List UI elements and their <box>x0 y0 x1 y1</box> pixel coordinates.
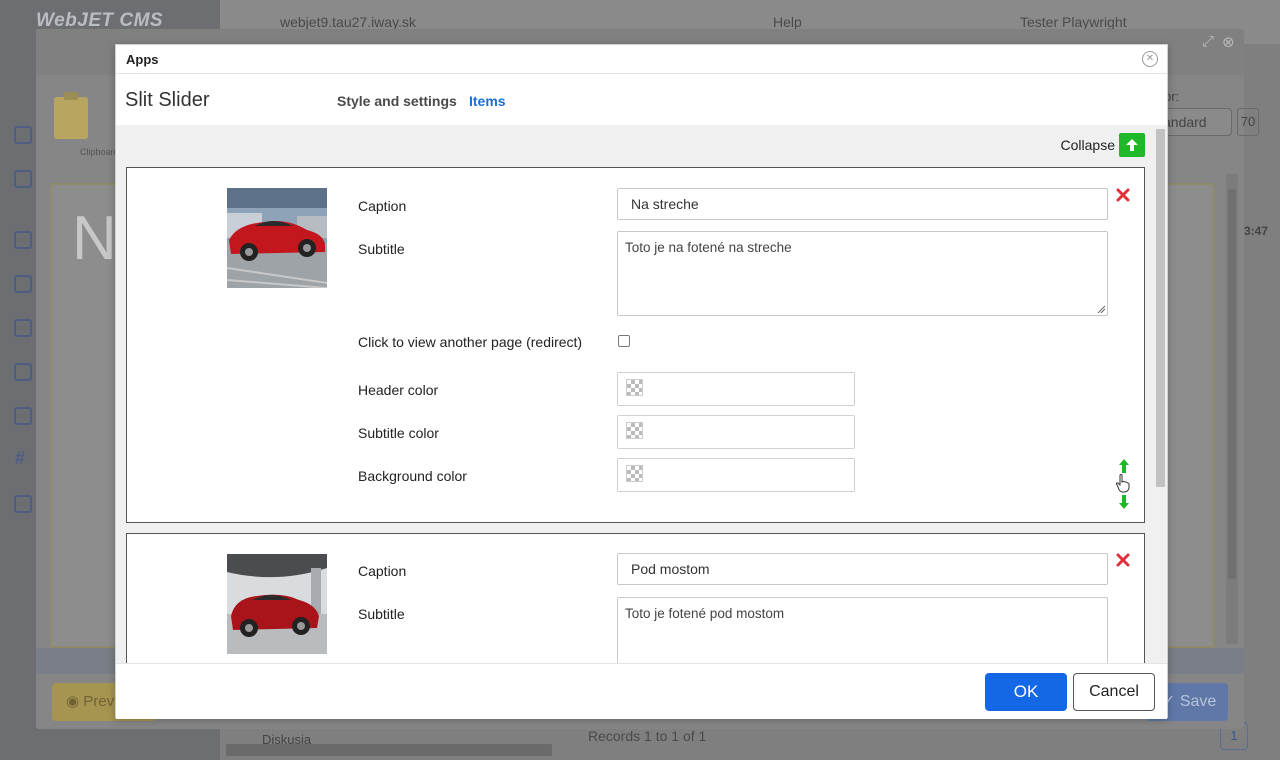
image-icon[interactable] <box>14 170 32 188</box>
tab-items[interactable]: Items <box>469 93 506 109</box>
transparent-swatch-icon <box>626 422 643 439</box>
editor-time: 3:47 <box>1244 224 1269 238</box>
move-up-icon[interactable] <box>1117 458 1131 474</box>
tab-style-and-settings[interactable]: Style and settings <box>337 93 457 109</box>
layers-icon[interactable] <box>14 407 32 425</box>
editor-number-field[interactable]: 70 <box>1237 108 1259 136</box>
apps-dialog: Apps ✕ Slit Slider Style and settings It… <box>115 44 1168 719</box>
redirect-label: Click to view another page (redirect) <box>358 334 583 350</box>
preview-label: Prev <box>83 693 115 710</box>
caption-input[interactable]: Na streche <box>617 188 1108 220</box>
ok-button[interactable]: OK <box>985 673 1067 711</box>
clipboard-icon[interactable] <box>54 92 88 139</box>
document-icon[interactable] <box>14 319 32 337</box>
domain-selector[interactable]: webjet9.tau27.iway.sk <box>280 14 416 30</box>
editor-template-select[interactable]: andard <box>1160 108 1232 136</box>
subtitle-label: Subtitle <box>358 606 405 622</box>
caption-label: Caption <box>358 198 407 214</box>
canvas-heading: N <box>72 204 117 273</box>
subtitle-label: Subtitle <box>358 241 405 257</box>
slider-item: Caption Pod mostom Subtitle Toto je fote… <box>126 533 1145 663</box>
home-icon[interactable] <box>14 126 32 144</box>
move-down-icon[interactable] <box>1117 494 1131 510</box>
background-color-label: Background color <box>358 468 467 484</box>
subtitle-text: Toto je fotené pod mostom <box>625 606 785 621</box>
delete-item-icon[interactable] <box>1115 552 1131 568</box>
transparent-swatch-icon <box>626 465 643 482</box>
user-menu[interactable]: Tester Playwright <box>1020 14 1127 30</box>
items-panel: Collapse Caption Na streche Subtitle Tot… <box>116 125 1167 663</box>
item-image[interactable] <box>227 554 327 654</box>
collapse-label: Collapse <box>1060 137 1115 153</box>
resize-grip-icon[interactable] <box>1097 305 1105 313</box>
header-color-label: Header color <box>358 382 439 398</box>
cancel-button[interactable]: Cancel <box>1073 673 1155 711</box>
pages-icon[interactable] <box>14 231 32 249</box>
database-icon[interactable] <box>14 495 32 513</box>
dialog-scrollbar-thumb[interactable] <box>1156 129 1165 487</box>
car-bridge-image <box>227 554 327 654</box>
subtitle-color-label: Subtitle color <box>358 425 439 441</box>
clipboard-label: Clipboard <box>80 147 119 157</box>
delete-item-icon[interactable] <box>1115 187 1131 203</box>
dialog-title-bar: Apps ✕ <box>116 45 1167 74</box>
header-color-picker[interactable] <box>617 372 855 406</box>
records-info: Records 1 to 1 of 1 <box>588 728 707 744</box>
hand-cursor-icon <box>1115 474 1130 493</box>
maximize-icon[interactable]: ⤢ <box>1202 33 1214 50</box>
editor-scrollbar-thumb[interactable] <box>1228 189 1236 579</box>
item-image[interactable] <box>227 188 327 288</box>
save-label: Save <box>1179 693 1217 710</box>
caption-label: Caption <box>358 563 407 579</box>
collapse-button[interactable] <box>1119 133 1145 157</box>
external-link-icon[interactable] <box>14 363 32 381</box>
caption-input[interactable]: Pod mostom <box>617 553 1108 585</box>
car-rooftop-image <box>227 188 327 288</box>
transparent-swatch-icon <box>626 379 643 396</box>
editor-close-icon[interactable]: ⊗ <box>1222 33 1235 51</box>
dialog-title: Apps <box>126 52 159 67</box>
app-name: Slit Slider <box>125 89 210 111</box>
dialog-footer: OK Cancel <box>116 663 1167 719</box>
eye-icon: ◉ <box>66 693 84 710</box>
subtitle-textarea[interactable]: Toto je na fotené na streche <box>617 231 1108 316</box>
background-color-picker[interactable] <box>617 458 855 492</box>
subtitle-color-picker[interactable] <box>617 415 855 449</box>
tree-scrollbar[interactable] <box>226 744 552 756</box>
subtitle-text: Toto je na fotené na streche <box>625 240 792 255</box>
redirect-checkbox[interactable] <box>618 335 630 347</box>
dialog-close-icon[interactable]: ✕ <box>1142 51 1158 67</box>
subtitle-textarea[interactable]: Toto je fotené pod mostom <box>617 597 1108 663</box>
hash-icon[interactable]: # <box>15 448 25 469</box>
collapse-control[interactable]: Collapse <box>1061 133 1145 157</box>
arrow-up-icon <box>1126 139 1138 151</box>
slider-item: Caption Na streche Subtitle Toto je na f… <box>126 167 1145 523</box>
copy-icon[interactable] <box>14 275 32 293</box>
help-link[interactable]: Help <box>773 14 802 30</box>
